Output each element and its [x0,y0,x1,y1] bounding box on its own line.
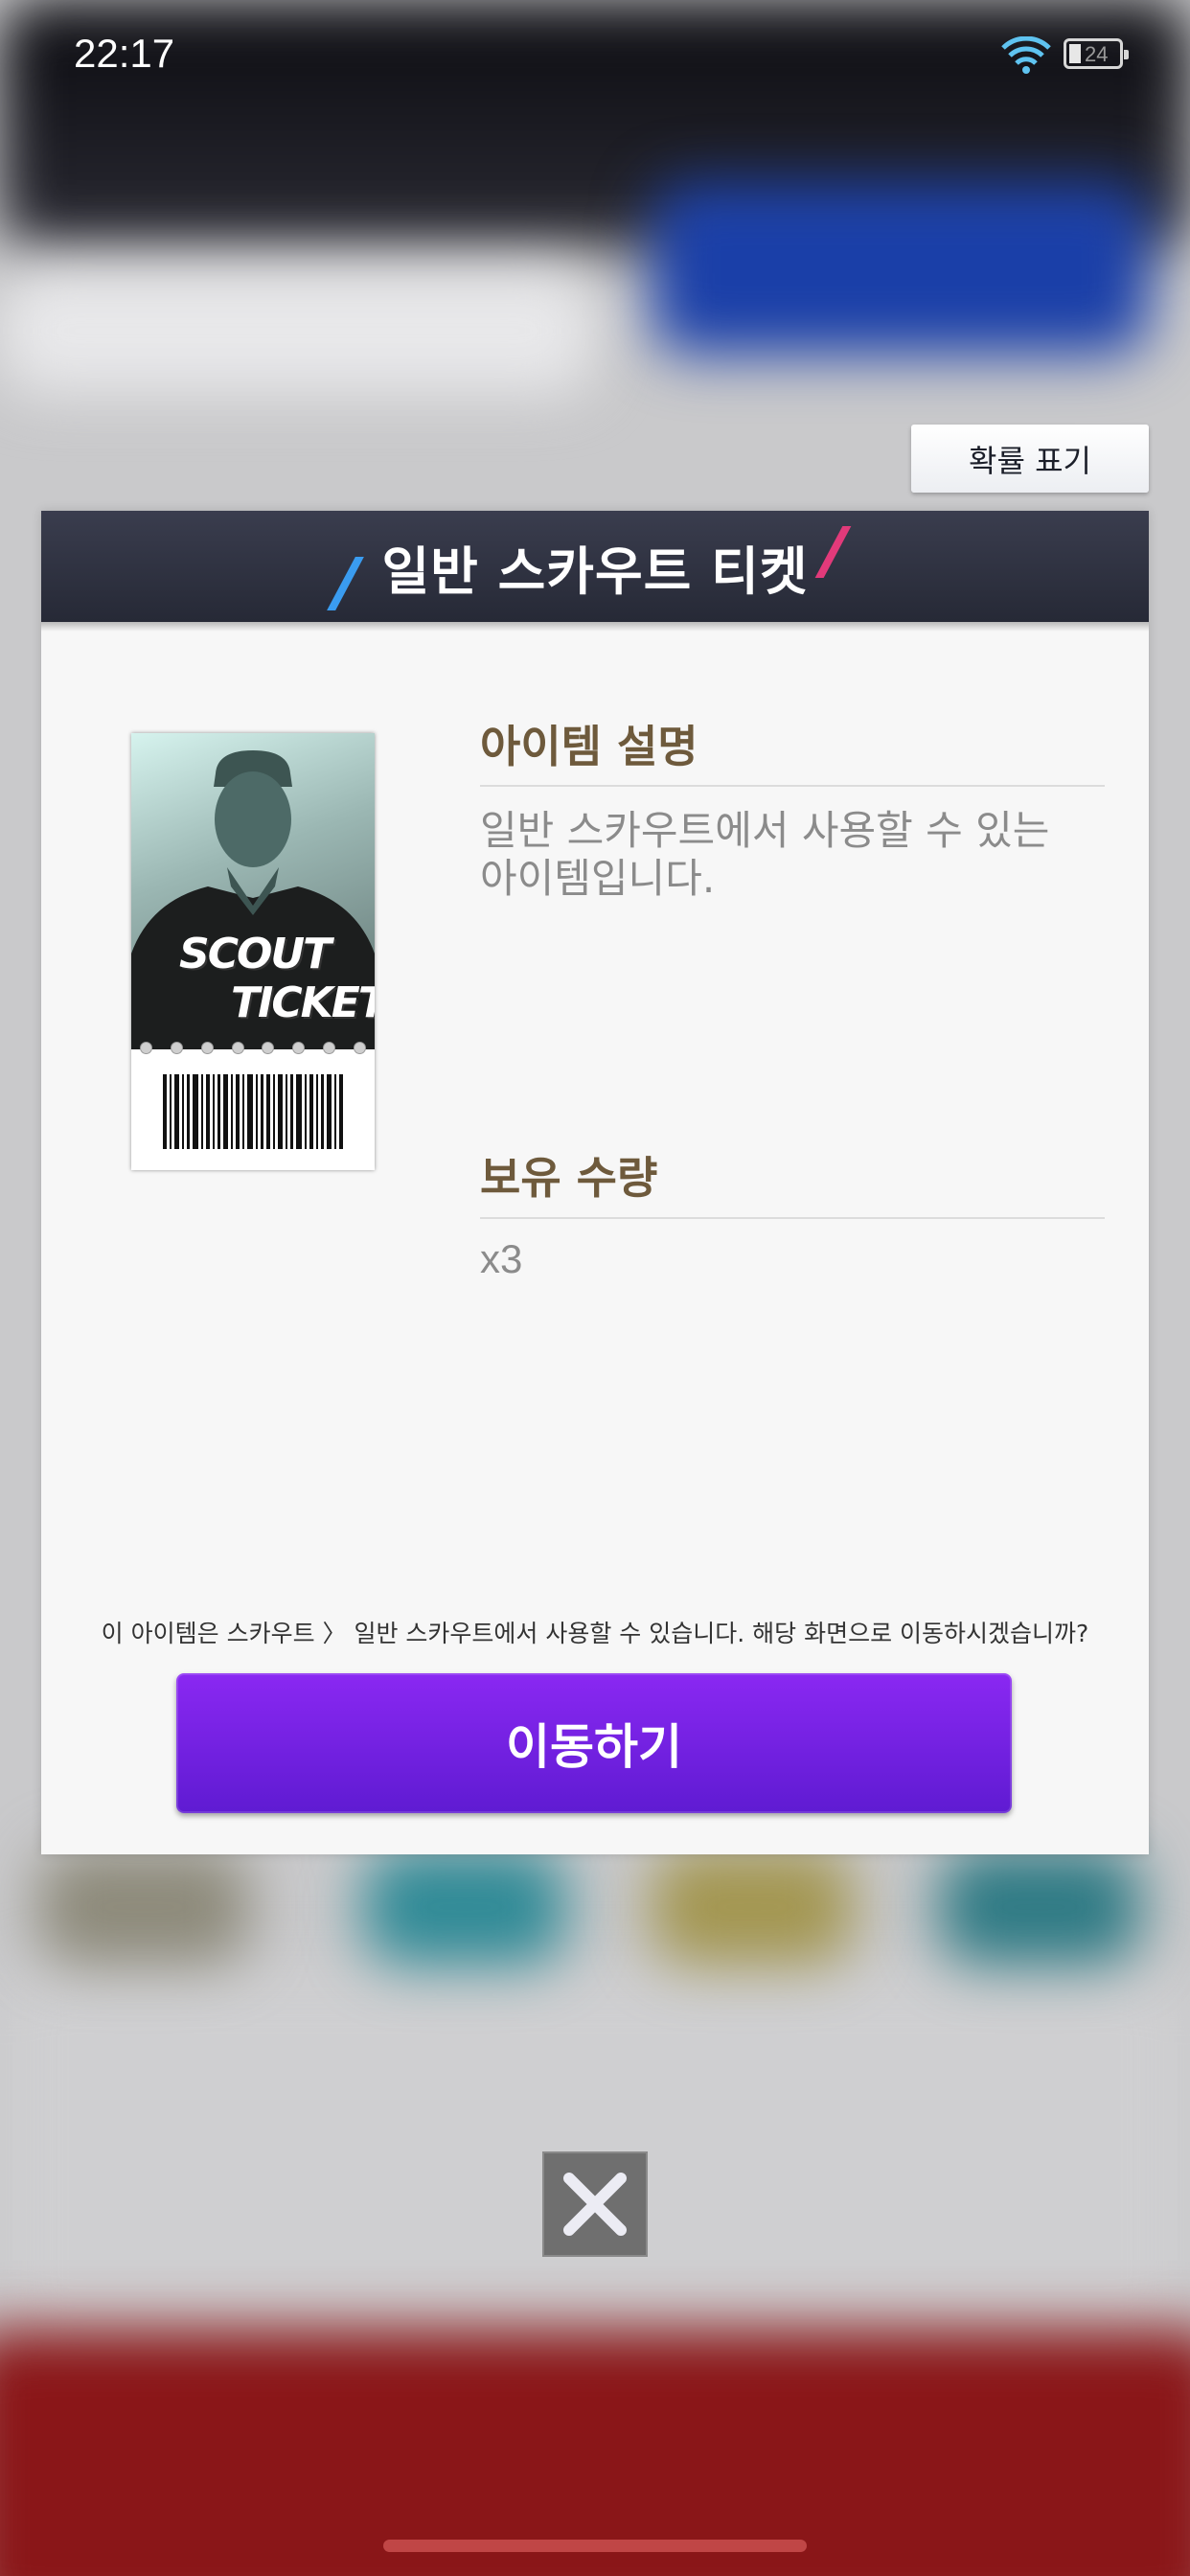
item-dialog: 일반 스카우트 티켓 SCOUT TICKET 아이템 설명 일반 스카우트에서… [41,511,1149,1854]
status-time: 22:17 [74,31,175,76]
notice-text: 이 아이템은 스카우트 〉 일반 스카우트에서 사용할 수 있습니다. 해당 화… [101,1620,1089,1647]
battery-level: 24 [1085,42,1109,66]
quantity-value: x3 [480,1236,523,1281]
player-silhouette: SCOUT TICKET [131,733,375,1049]
ticket-text-scout: SCOUT [179,930,332,978]
dialog-header: 일반 스카우트 티켓 [41,511,1149,632]
header-slash-decoration [327,557,364,610]
quantity-heading: 보유 수량 [480,1152,658,1204]
home-indicator[interactable] [383,2540,807,2552]
description-heading: 아이템 설명 [480,721,698,772]
divider [480,1217,1105,1219]
dialog-title: 일반 스카우트 티켓 [381,540,809,602]
battery-icon: 24 [1064,38,1129,69]
description-text: 일반 스카우트에서 사용할 수 있는 아이템입니다. [480,807,1050,902]
barcode-icon [163,1074,343,1149]
move-button[interactable]: 이동하기 [176,1673,1012,1813]
ticket-perforation [131,1042,375,1055]
close-button[interactable] [542,2151,648,2257]
ticket-text-ticket: TICKET [231,978,375,1027]
divider [480,785,1105,787]
status-bar: 22:17 24 [0,0,1190,115]
scout-ticket-image: SCOUT TICKET [131,733,375,1170]
probability-button[interactable]: 확률 표기 [911,425,1149,493]
header-slash-decoration [814,526,852,578]
wifi-icon [1001,36,1051,74]
close-icon [563,2173,627,2236]
